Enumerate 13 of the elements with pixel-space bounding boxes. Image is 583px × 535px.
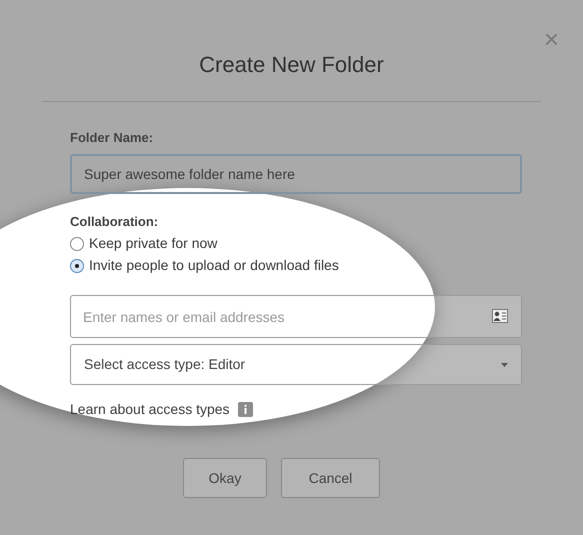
contact-card-icon[interactable] (492, 309, 508, 323)
radio-label[interactable]: Keep private for now (89, 233, 218, 254)
learn-link[interactable]: Learn about access types (70, 399, 230, 420)
caret-icon (501, 362, 508, 366)
folder-name-field[interactable]: Super awesome folder name here (70, 154, 522, 194)
field-label: Collaboration: (70, 212, 158, 230)
field-label: Folder Name: (70, 129, 154, 147)
cancel-button[interactable]: Cancel (281, 458, 380, 498)
dialog-title: Create New Folder (199, 51, 384, 79)
info-icon[interactable] (238, 402, 253, 417)
okay-button[interactable]: Okay (183, 458, 267, 498)
access-type-select[interactable]: Select access type: Editor (70, 344, 522, 385)
radio-label[interactable]: Invite people to upload or download files (89, 255, 339, 276)
